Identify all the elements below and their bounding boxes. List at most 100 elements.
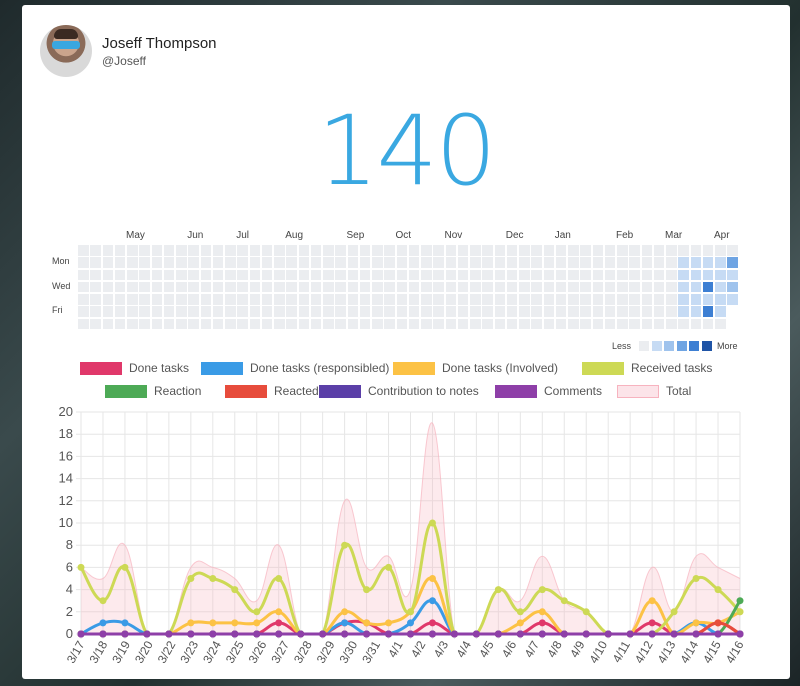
heatmap-cell[interactable] <box>543 257 554 268</box>
heatmap-cell[interactable] <box>359 245 371 256</box>
heatmap-cell[interactable] <box>555 318 567 329</box>
heatmap-cell[interactable] <box>237 294 248 305</box>
heatmap-cell[interactable] <box>470 281 481 293</box>
heatmap-cell[interactable] <box>715 257 726 268</box>
heatmap-cell[interactable] <box>702 269 714 280</box>
heatmap-cell[interactable] <box>506 269 518 280</box>
heatmap-cell[interactable] <box>604 306 616 317</box>
heatmap-cell[interactable] <box>604 257 616 268</box>
heatmap-cell[interactable] <box>666 269 677 280</box>
heatmap-cell[interactable] <box>457 281 469 293</box>
heatmap-cell[interactable] <box>139 294 150 305</box>
heatmap-cell[interactable] <box>286 257 297 268</box>
heatmap-cell[interactable] <box>690 245 701 256</box>
heatmap-cell[interactable] <box>715 306 726 317</box>
heatmap-cell[interactable] <box>249 294 260 305</box>
heatmap-cell[interactable] <box>310 318 322 329</box>
heatmap-cell[interactable] <box>555 257 567 268</box>
heatmap-cell[interactable] <box>666 257 677 268</box>
heatmap-cell[interactable] <box>592 306 603 317</box>
heatmap-cell[interactable] <box>531 306 542 317</box>
heatmap-cell[interactable] <box>396 245 407 256</box>
heatmap-cell[interactable] <box>617 281 628 293</box>
heatmap-cell[interactable] <box>286 245 297 256</box>
heatmap-cell[interactable] <box>114 281 126 293</box>
heatmap-cell[interactable] <box>237 306 248 317</box>
heatmap-cell[interactable] <box>482 318 493 329</box>
heatmap-cell[interactable] <box>114 245 126 256</box>
heatmap-cell[interactable] <box>421 245 432 256</box>
heatmap-cell[interactable] <box>653 257 665 268</box>
heatmap-cell[interactable] <box>568 294 579 305</box>
heatmap-cell[interactable] <box>212 281 224 293</box>
heatmap-cell[interactable] <box>604 269 616 280</box>
heatmap-cell[interactable] <box>568 318 579 329</box>
heatmap-cell[interactable] <box>408 294 420 305</box>
heatmap-cell[interactable] <box>629 318 640 329</box>
heatmap-cell[interactable] <box>580 281 591 293</box>
heatmap-cell[interactable] <box>543 245 554 256</box>
heatmap-cell[interactable] <box>531 294 542 305</box>
heatmap-cell[interactable] <box>347 245 358 256</box>
heatmap-cell[interactable] <box>274 245 285 256</box>
legend-item[interactable]: Done tasks (Involved) <box>393 360 558 376</box>
heatmap-cell[interactable] <box>323 281 334 293</box>
legend-item[interactable]: Reaction <box>105 383 201 399</box>
heatmap-cell[interactable] <box>702 257 714 268</box>
heatmap-cell[interactable] <box>543 269 554 280</box>
heatmap-cell[interactable] <box>347 318 358 329</box>
heatmap-cell[interactable] <box>519 318 530 329</box>
heatmap-cell[interactable] <box>445 257 456 268</box>
legend-item[interactable]: Total <box>617 383 691 399</box>
heatmap-cell[interactable] <box>139 281 150 293</box>
heatmap-cell[interactable] <box>78 245 89 256</box>
heatmap-cell[interactable] <box>163 245 175 256</box>
heatmap-cell[interactable] <box>298 257 309 268</box>
heatmap-cell[interactable] <box>298 269 309 280</box>
heatmap-cell[interactable] <box>604 281 616 293</box>
heatmap-cell[interactable] <box>727 257 738 268</box>
heatmap-cell[interactable] <box>555 269 567 280</box>
heatmap-cell[interactable] <box>592 245 603 256</box>
heatmap-cell[interactable] <box>261 318 273 329</box>
heatmap-cell[interactable] <box>78 294 89 305</box>
heatmap-cell[interactable] <box>237 257 248 268</box>
heatmap-cell[interactable] <box>78 257 89 268</box>
heatmap-cell[interactable] <box>298 245 309 256</box>
heatmap-cell[interactable] <box>690 294 701 305</box>
heatmap-cell[interactable] <box>408 245 420 256</box>
heatmap-cell[interactable] <box>482 294 493 305</box>
heatmap-cell[interactable] <box>519 306 530 317</box>
heatmap-cell[interactable] <box>225 245 236 256</box>
heatmap-cell[interactable] <box>237 269 248 280</box>
heatmap-cell[interactable] <box>90 318 101 329</box>
heatmap-cell[interactable] <box>384 281 395 293</box>
heatmap-cell[interactable] <box>421 306 432 317</box>
heatmap-cell[interactable] <box>543 318 554 329</box>
heatmap-cell[interactable] <box>286 294 297 305</box>
heatmap-cell[interactable] <box>225 306 236 317</box>
avatar[interactable] <box>40 25 92 77</box>
heatmap-cell[interactable] <box>127 306 138 317</box>
heatmap-cell[interactable] <box>445 318 456 329</box>
heatmap-cell[interactable] <box>188 269 199 280</box>
heatmap-cell[interactable] <box>127 318 138 329</box>
heatmap-cell[interactable] <box>666 281 677 293</box>
heatmap-cell[interactable] <box>641 269 652 280</box>
heatmap-cell[interactable] <box>482 257 493 268</box>
heatmap-cell[interactable] <box>470 306 481 317</box>
heatmap-cell[interactable] <box>163 294 175 305</box>
heatmap-cell[interactable] <box>580 257 591 268</box>
heatmap-cell[interactable] <box>384 306 395 317</box>
heatmap-cell[interactable] <box>151 257 162 268</box>
heatmap-cell[interactable] <box>274 318 285 329</box>
heatmap-cell[interactable] <box>176 294 187 305</box>
heatmap-cell[interactable] <box>494 294 505 305</box>
heatmap-cell[interactable] <box>421 294 432 305</box>
heatmap-cell[interactable] <box>249 306 260 317</box>
heatmap-cell[interactable] <box>494 245 505 256</box>
heatmap-cell[interactable] <box>347 257 358 268</box>
heatmap-cell[interactable] <box>727 245 738 256</box>
heatmap-cell[interactable] <box>323 269 334 280</box>
heatmap-cell[interactable] <box>163 318 175 329</box>
